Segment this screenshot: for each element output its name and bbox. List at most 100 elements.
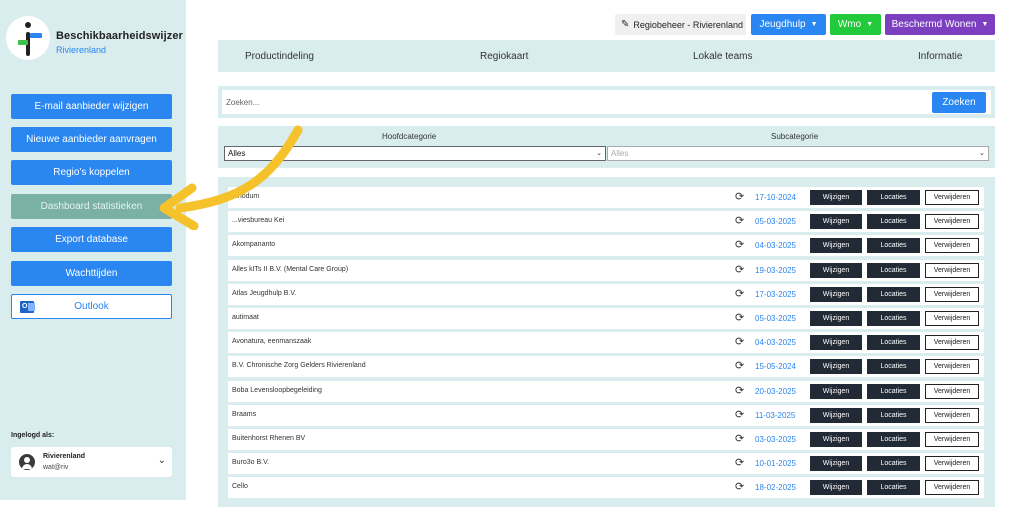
refresh-icon[interactable]: ⟳ (735, 456, 744, 469)
locations-button[interactable]: Locaties (867, 456, 920, 471)
locations-button[interactable]: Locaties (867, 384, 920, 399)
user-name: Rivierenland (43, 453, 86, 460)
locations-button[interactable]: Locaties (867, 359, 920, 374)
locations-button[interactable]: Locaties (867, 311, 920, 326)
delete-button[interactable]: Verwijderen (925, 190, 979, 205)
edit-button[interactable]: Wijzigen (810, 359, 862, 374)
delete-button[interactable]: Verwijderen (925, 408, 979, 423)
edit-button[interactable]: Wijzigen (810, 432, 862, 447)
table-row: Akompananto ⟳ 04-03-2025 Wijzigen Locaties Ve… (228, 235, 984, 256)
search-button[interactable]: Zoeken (932, 92, 986, 113)
user-menu[interactable]: Rivierenland wat@riv ⌄ (11, 447, 172, 477)
chevron-down-icon: ⌄ (596, 150, 602, 157)
delete-button[interactable]: Verwijderen (925, 214, 979, 229)
nav-regiokaart[interactable]: Regiokaart (480, 51, 528, 62)
provider-name: Boba Levensloopbegeleiding (232, 387, 322, 394)
delete-button[interactable]: Verwijderen (925, 311, 979, 326)
last-updated-date: 05-03-2025 (755, 314, 796, 323)
provider-name: Buitenhorst Rhenen BV (232, 435, 306, 442)
brand-subtitle: Rivierenland (56, 45, 107, 55)
user-email: wat@riv (43, 464, 69, 471)
chevron-down-icon[interactable]: ⌄ (158, 455, 166, 466)
search-input[interactable] (222, 90, 991, 114)
edit-button[interactable]: Wijzigen (810, 384, 862, 399)
locations-button[interactable]: Locaties (867, 432, 920, 447)
user-avatar-icon (19, 454, 35, 470)
table-row: ...nodum ⟳ 17-10-2024 Wijzigen Locaties Verwi… (228, 187, 984, 208)
provider-name: ...nodum (232, 193, 260, 200)
nav-informatie[interactable]: Informatie (918, 51, 962, 62)
table-row: Atlas Jeugdhulp B.V. ⟳ 17-03-2025 Wijzigen L… (228, 284, 984, 305)
locations-button[interactable]: Locaties (867, 287, 920, 302)
regiobeheer-button[interactable]: ✎ Regiobeheer - Rivierenland (615, 14, 746, 35)
refresh-icon[interactable]: ⟳ (735, 480, 744, 493)
wmo-dropdown[interactable]: Wmo ▼ (830, 14, 881, 35)
waiting-times-button[interactable]: Wachttijden (11, 261, 172, 286)
refresh-icon[interactable]: ⟳ (735, 384, 744, 397)
provider-name: ...viesbureau Kei (232, 217, 285, 224)
main-category-select[interactable]: Alles ⌄ (224, 146, 606, 161)
table-row: Avonatura, eenmanszaak ⟳ 04-03-2025 Wijzige… (228, 332, 984, 353)
refresh-icon[interactable]: ⟳ (735, 238, 744, 251)
delete-button[interactable]: Verwijderen (925, 238, 979, 253)
delete-button[interactable]: Verwijderen (925, 335, 979, 350)
nav-productindeling[interactable]: Productindeling (245, 51, 314, 62)
search-panel (218, 86, 995, 118)
provider-name: Avonatura, eenmanszaak (232, 338, 312, 345)
beschermd-wonen-dropdown[interactable]: Beschermd Wonen ▼ (885, 14, 995, 35)
link-regions-button[interactable]: Regio's koppelen (11, 160, 172, 185)
subcategory-select[interactable]: Alles ⌄ (607, 146, 989, 161)
main-category-value: Alles (228, 149, 246, 158)
brand-logo[interactable]: Beschikbaarheidswijzer Rivierenland (6, 16, 183, 60)
refresh-icon[interactable]: ⟳ (735, 263, 744, 276)
refresh-icon[interactable]: ⟳ (735, 408, 744, 421)
outlook-button[interactable]: Outlook (11, 294, 172, 319)
edit-button[interactable]: Wijzigen (810, 190, 862, 205)
refresh-icon[interactable]: ⟳ (735, 359, 744, 372)
edit-button[interactable]: Wijzigen (810, 238, 862, 253)
locations-button[interactable]: Locaties (867, 408, 920, 423)
provider-name: Alles kITs II B.V. (Mental Care Group) (232, 266, 349, 273)
delete-button[interactable]: Verwijderen (925, 456, 979, 471)
nav-lokale-teams[interactable]: Lokale teams (693, 51, 752, 62)
subcategory-value: Alles (611, 149, 629, 158)
locations-button[interactable]: Locaties (867, 335, 920, 350)
export-database-button[interactable]: Export database (11, 227, 172, 252)
jeugdhulp-dropdown[interactable]: Jeugdhulp ▼ (751, 14, 826, 35)
refresh-icon[interactable]: ⟳ (735, 432, 744, 445)
edit-button[interactable]: Wijzigen (810, 311, 862, 326)
edit-button[interactable]: Wijzigen (810, 263, 862, 278)
table-row: Buitenhorst Rhenen BV ⟳ 03-03-2025 Wijzigen… (228, 429, 984, 450)
edit-button[interactable]: Wijzigen (810, 335, 862, 350)
delete-button[interactable]: Verwijderen (925, 287, 979, 302)
edit-button[interactable]: Wijzigen (810, 214, 862, 229)
edit-button[interactable]: Wijzigen (810, 480, 862, 495)
delete-button[interactable]: Verwijderen (925, 384, 979, 399)
delete-button[interactable]: Verwijderen (925, 263, 979, 278)
refresh-icon[interactable]: ⟳ (735, 214, 744, 227)
request-new-provider-button[interactable]: Nieuwe aanbieder aanvragen (11, 127, 172, 152)
locations-button[interactable]: Locaties (867, 480, 920, 495)
refresh-icon[interactable]: ⟳ (735, 190, 744, 203)
last-updated-date: 11-03-2025 (755, 411, 796, 420)
edit-button[interactable]: Wijzigen (810, 408, 862, 423)
delete-button[interactable]: Verwijderen (925, 432, 979, 447)
signpost-icon (6, 16, 50, 60)
refresh-icon[interactable]: ⟳ (735, 311, 744, 324)
locations-button[interactable]: Locaties (867, 263, 920, 278)
refresh-icon[interactable]: ⟳ (735, 287, 744, 300)
locations-button[interactable]: Locaties (867, 190, 920, 205)
locations-button[interactable]: Locaties (867, 238, 920, 253)
chevron-down-icon: ▼ (866, 21, 874, 28)
dashboard-statistics-button[interactable]: Dashboard statistieken (11, 194, 172, 219)
last-updated-date: 19-03-2025 (755, 266, 796, 275)
edit-button[interactable]: Wijzigen (810, 456, 862, 471)
delete-button[interactable]: Verwijderen (925, 359, 979, 374)
provider-name: Akompananto (232, 241, 276, 248)
last-updated-date: 10-01-2025 (755, 459, 796, 468)
change-provider-email-button[interactable]: E-mail aanbieder wijzigen (11, 94, 172, 119)
refresh-icon[interactable]: ⟳ (735, 335, 744, 348)
delete-button[interactable]: Verwijderen (925, 480, 979, 495)
edit-button[interactable]: Wijzigen (810, 287, 862, 302)
locations-button[interactable]: Locaties (867, 214, 920, 229)
